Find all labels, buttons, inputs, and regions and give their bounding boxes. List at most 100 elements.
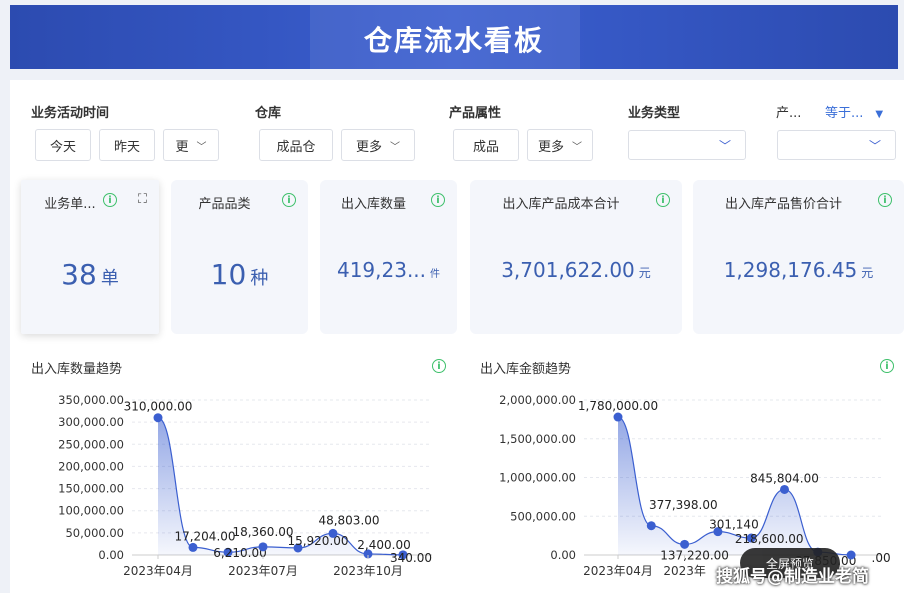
kpi-value: 3,701,622.00 元 — [470, 258, 682, 282]
kpi-value: 419,23... 件 — [320, 258, 457, 282]
kpi-value: 1,298,176.45 元 — [693, 258, 904, 282]
chevron-down-icon: ﹀ — [868, 139, 881, 153]
data-point — [613, 412, 623, 422]
header-banner: 仓库流水看板 — [10, 5, 898, 69]
kpi-unit: 种 — [250, 268, 269, 289]
chevron-down-icon: ﹀ — [196, 141, 207, 153]
filter-warehouse-more-label: 更多 — [355, 139, 382, 155]
data-label: 310,000.00 — [124, 400, 193, 414]
y-tick-label: 500,000.00 — [510, 509, 576, 523]
filter-label-warehouse: 仓库 — [255, 106, 282, 121]
filter-attr-more-label: 更多 — [537, 139, 564, 155]
data-point — [153, 413, 163, 423]
filter-today-button[interactable]: 今天 — [35, 129, 91, 161]
data-label: 377,398.00 — [649, 498, 718, 512]
data-label: 18,360.00 — [232, 525, 293, 539]
info-icon[interactable]: i — [432, 359, 446, 373]
data-label: 15,920.00 — [287, 534, 348, 548]
kpi-card-categories: 产品品类 i 10 种 — [171, 180, 308, 334]
data-label: 340.00 — [390, 551, 432, 565]
filter-finished-warehouse-button[interactable]: 成品仓 — [259, 129, 333, 161]
filter-label-biz-time: 业务活动时间 — [31, 106, 110, 121]
kpi-title: 出入库数量 — [340, 197, 406, 212]
data-label: 48,803.00 — [318, 513, 379, 527]
kpi-title: 产品品类 — [198, 197, 251, 212]
kpi-title: 出入库产品成本合计 — [502, 197, 620, 212]
x-tick-label: 2023年04月 — [583, 564, 653, 578]
data-label: 301,140 — [709, 518, 759, 532]
kpi-card-price: 出入库产品售价合计 i 1,298,176.45 元 — [693, 180, 904, 334]
filter-time-more-label: 更 — [175, 139, 189, 155]
kpi-unit: 件 — [430, 269, 441, 280]
chevron-down-icon: ﹀ — [718, 139, 731, 153]
y-tick-label: 1,000,000.00 — [499, 471, 576, 485]
y-tick-label: 250,000.00 — [58, 437, 124, 451]
data-label: 845,804.00 — [750, 471, 819, 485]
info-icon[interactable]: i — [431, 193, 445, 207]
chevron-down-icon: ﹀ — [390, 141, 400, 153]
data-point — [258, 542, 268, 552]
data-label: 1,780,000.00 — [578, 399, 658, 413]
x-tick-label: 2023年04月 — [123, 564, 193, 578]
info-icon[interactable]: i — [282, 193, 296, 207]
chart-title-quantity: 出入库数量趋势 — [31, 362, 123, 377]
filter-finished-product-button[interactable]: 成品 — [453, 129, 519, 161]
kpi-card-orders[interactable]: 业务单... i ⛶ 38 单 — [21, 180, 159, 334]
data-label: 6,210.00 — [213, 546, 266, 560]
kpi-title: 出入库产品售价合计 — [724, 197, 842, 212]
chart-title-amount: 出入库金额趋势 — [480, 362, 572, 377]
data-point — [646, 521, 656, 531]
kpi-value: 38 单 — [21, 258, 159, 291]
data-label: 218,600.00 — [735, 532, 804, 546]
chevron-down-icon: ﹀ — [572, 141, 582, 153]
filter-time-more-button[interactable]: 更 ﹀ — [163, 129, 219, 161]
data-label: .00 — [872, 551, 891, 565]
y-tick-label: 300,000.00 — [58, 415, 124, 429]
data-point — [328, 528, 338, 538]
data-label: 17,204.00 — [174, 529, 235, 543]
y-tick-label: 50,000.00 — [65, 526, 124, 540]
filter-yesterday-button[interactable]: 昨天 — [99, 129, 155, 161]
x-tick-label: 2023年 — [663, 564, 706, 578]
info-icon[interactable]: i — [656, 193, 670, 207]
filter-label-product-more: 产... — [776, 106, 802, 121]
kpi-card-cost: 出入库产品成本合计 i 3,701,622.00 元 — [470, 180, 682, 334]
product-more-select[interactable]: ﹀ — [777, 130, 896, 160]
data-point — [188, 542, 198, 552]
quantity-trend-chart: 350,000.00 300,000.00 250,000.00 200,000.00… — [58, 393, 432, 578]
x-tick-label: 2023年10月 — [333, 564, 403, 578]
data-label: 2,400.00 — [357, 538, 410, 552]
info-icon[interactable]: i — [103, 193, 117, 207]
watermark-text: 搜狐号@制造业老简 — [716, 567, 869, 587]
page-title: 仓库流水看板 — [363, 24, 544, 57]
filter-label-product-attr: 产品属性 — [449, 106, 502, 121]
filter-label-biz-type: 业务类型 — [628, 106, 681, 121]
kpi-number: 419,23... — [336, 258, 427, 282]
x-tick-label: 2023年07月 — [228, 564, 298, 578]
filter-warehouse-more-button[interactable]: 更多 ﹀ — [341, 129, 415, 161]
filter-attr-more-button[interactable]: 更多 ﹀ — [527, 129, 593, 161]
kpi-number: 10 — [210, 258, 247, 291]
kpi-value: 10 种 — [171, 258, 308, 291]
kpi-number: 1,298,176.45 — [723, 258, 858, 282]
expand-icon[interactable]: ⛶ — [138, 192, 147, 207]
kpi-number: 3,701,622.00 — [501, 258, 635, 282]
data-point — [846, 550, 856, 560]
y-tick-label: 1,500,000.00 — [499, 432, 576, 446]
kpi-card-quantity: 出入库数量 i 419,23... 件 — [320, 180, 457, 334]
info-icon[interactable]: i — [878, 193, 892, 207]
y-tick-label: 0.00 — [98, 548, 124, 562]
data-point — [780, 484, 789, 494]
y-tick-label: 350,000.00 — [58, 393, 124, 407]
y-tick-label: 200,000.00 — [58, 459, 124, 473]
y-tick-label: 2,000,000.00 — [499, 393, 576, 407]
data-label: 137,220.00 — [660, 548, 729, 562]
kpi-unit: 单 — [100, 268, 119, 289]
y-tick-label: 150,000.00 — [58, 482, 124, 496]
biz-type-select[interactable]: ﹀ — [628, 130, 746, 160]
caret-down-icon: ▼ — [875, 109, 884, 120]
kpi-unit: 元 — [638, 266, 651, 280]
operator-label: 等于... — [825, 106, 864, 121]
info-icon[interactable]: i — [880, 359, 894, 373]
operator-dropdown[interactable]: 等于... ▼ — [825, 102, 883, 121]
